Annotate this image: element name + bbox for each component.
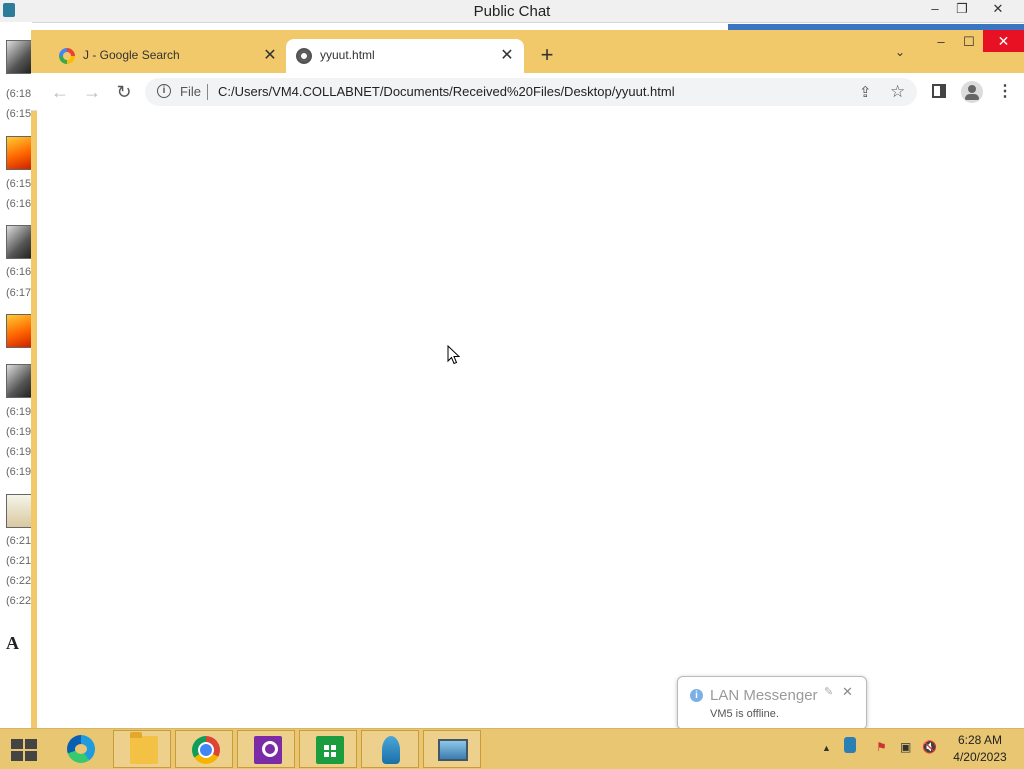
pin-icon[interactable]: ✎: [824, 685, 833, 698]
message-timestamp: (6:18: [6, 88, 32, 100]
info-icon: i: [690, 689, 703, 702]
search-app-icon: [254, 736, 282, 764]
start-button[interactable]: [11, 739, 37, 761]
bookmark-star-icon[interactable]: ☆: [890, 82, 905, 102]
user-avatar: [6, 494, 32, 528]
chat-message-list: (6:18 (6:15 (6:15 (6:16 (6:16 (6:17 (6:1…: [0, 22, 32, 728]
minimize-button[interactable]: –: [924, 1, 946, 16]
message-timestamp: (6:19: [6, 466, 32, 478]
taskbar-search-app[interactable]: [237, 730, 295, 768]
taskbar-chrome[interactable]: [175, 730, 233, 768]
message-timestamp: (6:16: [6, 266, 32, 278]
network-icon[interactable]: ▣: [900, 740, 911, 754]
close-button[interactable]: ✕: [987, 1, 1009, 17]
globe-icon: [296, 48, 312, 64]
user-avatar: [6, 314, 32, 348]
remote-desktop-icon: [438, 739, 468, 761]
notification-message: VM5 is offline.: [710, 708, 779, 720]
user-avatar: [6, 136, 32, 170]
message-timestamp: (6:15: [6, 108, 32, 120]
message-timestamp: (6:16: [6, 198, 32, 210]
windows-logo-icon: [25, 751, 37, 761]
clock-date[interactable]: 4/20/2023: [940, 750, 1020, 764]
kebab-menu-icon[interactable]: ⋮: [997, 81, 1013, 101]
lan-messenger-notification[interactable]: i LAN Messenger ✎ ✕ VM5 is offline.: [677, 676, 867, 730]
windows-logo-icon: [11, 739, 23, 749]
page-content[interactable]: [37, 110, 1024, 730]
action-center-flag-icon[interactable]: ⚑: [876, 740, 887, 754]
chrome-window: J - Google Search ✕ yyuut.html ✕ + ⌄ – ☐…: [31, 30, 1024, 730]
tab-label: J - Google Search: [83, 48, 180, 62]
close-tab-icon[interactable]: ✕: [498, 45, 516, 65]
notification-title: LAN Messenger: [710, 687, 818, 704]
mouse-cursor-icon: [447, 345, 461, 365]
windows-logo-icon: [11, 751, 23, 761]
address-bar[interactable]: i File C:/Users/VM4.COLLABNET/Documents/…: [145, 78, 917, 106]
file-explorer-icon: [130, 732, 158, 764]
reload-button[interactable]: ↻: [112, 80, 136, 104]
url-text[interactable]: C:/Users/VM4.COLLABNET/Documents/Receive…: [218, 84, 675, 99]
maximize-button[interactable]: ☐: [956, 34, 982, 50]
new-tab-button[interactable]: +: [535, 42, 559, 68]
chrome-icon: [192, 736, 220, 764]
side-panel-icon[interactable]: [932, 84, 946, 98]
profile-avatar-icon[interactable]: [961, 81, 983, 103]
message-timestamp: (6:19: [6, 406, 32, 418]
lan-messenger-icon: [382, 736, 400, 764]
taskbar-lan-messenger[interactable]: [361, 730, 419, 768]
browser-toolbar: ← → ↻ i File C:/Users/VM4.COLLABNET/Docu…: [31, 73, 1024, 111]
taskbar-edge[interactable]: [51, 730, 109, 768]
tab-label: yyuut.html: [320, 48, 375, 62]
font-button[interactable]: A: [6, 633, 19, 654]
taskbar-store[interactable]: [299, 730, 357, 768]
scheme-chip: File: [180, 84, 201, 99]
back-button[interactable]: ←: [48, 80, 72, 104]
user-avatar: [6, 40, 32, 74]
tab-strip: J - Google Search ✕ yyuut.html ✕ + ⌄ – ☐…: [31, 30, 1024, 73]
message-timestamp: (6:15: [6, 178, 32, 190]
message-timestamp: (6:22: [6, 595, 32, 607]
tab-search-chevron-icon[interactable]: ⌄: [895, 45, 905, 59]
clock-time[interactable]: 6:28 AM: [940, 733, 1020, 747]
message-timestamp: (6:21: [6, 555, 32, 567]
google-icon: [59, 48, 75, 64]
tray-overflow-chevron-icon[interactable]: ▲: [822, 743, 831, 753]
user-avatar: [6, 364, 32, 398]
minimize-button[interactable]: –: [928, 34, 954, 49]
site-info-icon[interactable]: i: [157, 84, 171, 98]
edge-icon: [67, 735, 95, 763]
public-chat-titlebar[interactable]: Public Chat – ❐ ✕: [0, 0, 1024, 23]
message-timestamp: (6:19: [6, 426, 32, 438]
taskbar-file-explorer[interactable]: [113, 730, 171, 768]
restore-button[interactable]: ❐: [951, 1, 973, 17]
message-timestamp: (6:19: [6, 446, 32, 458]
message-timestamp: (6:17: [6, 287, 32, 299]
user-avatar: [6, 225, 32, 259]
tab-yyuut-html[interactable]: yyuut.html ✕: [286, 39, 524, 73]
notification-close-button[interactable]: ✕: [842, 684, 853, 700]
message-timestamp: (6:22: [6, 575, 32, 587]
tab-google-search[interactable]: J - Google Search ✕: [49, 39, 287, 73]
close-window-button[interactable]: ✕: [983, 30, 1024, 52]
lan-messenger-tray-icon[interactable]: [844, 737, 856, 753]
volume-muted-icon[interactable]: 🔇: [922, 740, 937, 754]
message-timestamp: (6:21: [6, 535, 32, 547]
public-chat-title: Public Chat: [473, 3, 551, 20]
share-icon[interactable]: ⇪: [859, 83, 872, 101]
forward-button[interactable]: →: [80, 80, 104, 104]
close-tab-icon[interactable]: ✕: [261, 45, 279, 65]
taskbar-remote-desktop[interactable]: [423, 730, 481, 768]
windows-logo-icon: [25, 739, 37, 749]
store-icon: [316, 736, 344, 764]
address-divider: [207, 84, 208, 100]
